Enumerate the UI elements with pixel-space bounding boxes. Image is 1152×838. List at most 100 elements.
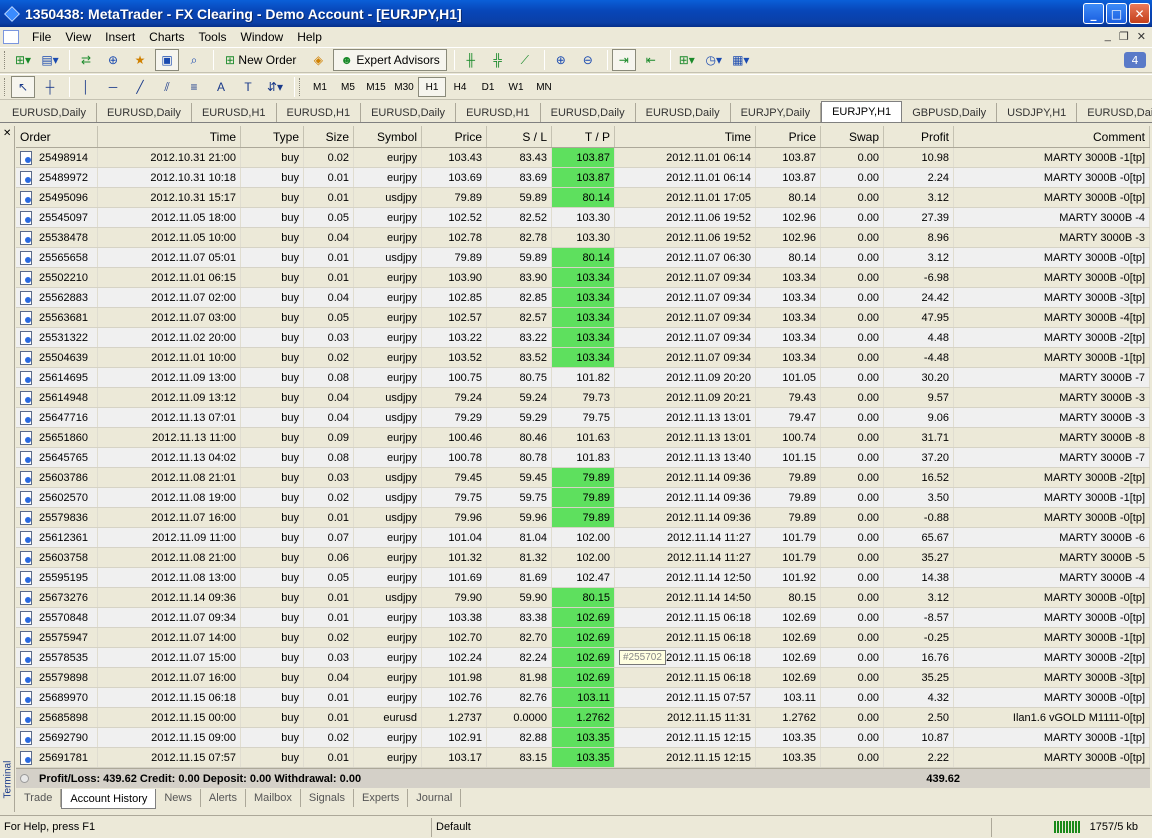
menu-charts[interactable]: Charts: [142, 30, 191, 44]
profiles-icon[interactable]: ▤▾: [38, 49, 62, 71]
table-row[interactable]: 25603758 2012.11.08 21:00 buy 0.06 eurjpy 101…: [16, 548, 1150, 568]
templates-icon[interactable]: ▦▾: [729, 49, 753, 71]
table-row[interactable]: 25531322 2012.11.02 20:00 buy 0.03 eurjpy 103…: [16, 328, 1150, 348]
table-row[interactable]: 25562883 2012.11.07 02:00 buy 0.04 eurjpy 102…: [16, 288, 1150, 308]
terminal-icon[interactable]: ▣: [155, 49, 179, 71]
table-row[interactable]: 25685898 2012.11.15 00:00 buy 0.01 eurusd 1.2…: [16, 708, 1150, 728]
fibonacci-icon[interactable]: ≡: [182, 76, 206, 98]
chart-tab[interactable]: GBPUSD,Daily: [902, 103, 998, 122]
chart-tab[interactable]: EURUSD,Daily: [1077, 103, 1152, 122]
line-chart-icon[interactable]: ⟋: [513, 49, 537, 71]
chart-tab[interactable]: EURUSD,Daily: [636, 103, 731, 122]
table-row[interactable]: 25612361 2012.11.09 11:00 buy 0.07 eurjpy 101…: [16, 528, 1150, 548]
zoom-in-icon[interactable]: ⊕: [549, 49, 573, 71]
table-row[interactable]: 25498914 2012.10.31 21:00 buy 0.02 eurjpy 103…: [16, 148, 1150, 168]
chart-tab[interactable]: EURUSD,H1: [277, 103, 362, 122]
table-row[interactable]: 25578535 2012.11.07 15:00 buy 0.03 eurjpy 102…: [16, 648, 1150, 668]
column-header[interactable]: Size: [304, 126, 354, 147]
arrows-icon[interactable]: ⇵▾: [263, 76, 287, 98]
table-row[interactable]: 25565658 2012.11.07 05:01 buy 0.01 usdjpy 79.…: [16, 248, 1150, 268]
new-chart-icon[interactable]: ⊞▾: [11, 49, 35, 71]
table-row[interactable]: 25602570 2012.11.08 19:00 buy 0.02 usdjpy 79.…: [16, 488, 1150, 508]
bar-chart-icon[interactable]: ╫: [459, 49, 483, 71]
period-m1[interactable]: M1: [306, 77, 334, 97]
autoscroll-icon[interactable]: ⇥: [611, 49, 636, 71]
table-row[interactable]: 25603786 2012.11.08 21:01 buy 0.03 usdjpy 79.…: [16, 468, 1150, 488]
text-icon[interactable]: A: [209, 76, 233, 98]
table-row[interactable]: 25495096 2012.10.31 15:17 buy 0.01 usdjpy 79.…: [16, 188, 1150, 208]
terminal-tab[interactable]: Alerts: [201, 789, 246, 807]
table-row[interactable]: 25651860 2012.11.13 11:00 buy 0.09 eurjpy 100…: [16, 428, 1150, 448]
table-row[interactable]: 25502210 2012.11.01 06:15 buy 0.01 eurjpy 103…: [16, 268, 1150, 288]
period-m15[interactable]: M15: [362, 77, 390, 97]
table-row[interactable]: 25575947 2012.11.07 14:00 buy 0.02 eurjpy 102…: [16, 628, 1150, 648]
table-row[interactable]: 25595195 2012.11.08 13:00 buy 0.05 eurjpy 101…: [16, 568, 1150, 588]
period-mn[interactable]: MN: [530, 77, 558, 97]
menu-insert[interactable]: Insert: [98, 30, 142, 44]
terminal-tab[interactable]: Mailbox: [246, 789, 301, 807]
period-m5[interactable]: M5: [334, 77, 362, 97]
table-row[interactable]: 25545097 2012.11.05 18:00 buy 0.05 eurjpy 102…: [16, 208, 1150, 228]
column-header[interactable]: Profit: [884, 126, 954, 147]
trendline-icon[interactable]: ╱: [128, 76, 152, 98]
table-row[interactable]: 25489972 2012.10.31 10:18 buy 0.01 eurjpy 103…: [16, 168, 1150, 188]
column-header[interactable]: Swap: [821, 126, 884, 147]
terminal-tab[interactable]: Journal: [408, 789, 462, 807]
notification-badge[interactable]: 4: [1124, 52, 1146, 68]
favorites-icon[interactable]: ★: [128, 49, 152, 71]
table-row[interactable]: 25691781 2012.11.15 07:57 buy 0.01 eurjpy 103…: [16, 748, 1150, 768]
table-row[interactable]: 25692790 2012.11.15 09:00 buy 0.02 eurjpy 102…: [16, 728, 1150, 748]
chart-tab[interactable]: EURJPY,H1: [821, 101, 903, 122]
chart-tab[interactable]: EURUSD,Daily: [97, 103, 192, 122]
table-row[interactable]: 25614695 2012.11.09 13:00 buy 0.08 eurjpy 100…: [16, 368, 1150, 388]
text-label-icon[interactable]: T: [236, 76, 260, 98]
chart-tab[interactable]: EURUSD,Daily: [541, 103, 636, 122]
close-button[interactable]: ✕: [1129, 3, 1150, 24]
table-row[interactable]: 25579836 2012.11.07 16:00 buy 0.01 usdjpy 79.…: [16, 508, 1150, 528]
child-minimize-icon[interactable]: _: [1105, 30, 1111, 43]
chart-tab[interactable]: EURUSD,H1: [456, 103, 541, 122]
table-row[interactable]: 25579898 2012.11.07 16:00 buy 0.04 eurjpy 101…: [16, 668, 1150, 688]
chart-shift-icon[interactable]: ⇤: [639, 49, 663, 71]
column-header[interactable]: Comment: [954, 126, 1150, 147]
period-h1[interactable]: H1: [418, 77, 446, 97]
column-header[interactable]: Time: [615, 126, 756, 147]
period-m30[interactable]: M30: [390, 77, 418, 97]
chart-tab[interactable]: EURUSD,H1: [192, 103, 277, 122]
table-row[interactable]: 25645765 2012.11.13 04:02 buy 0.08 eurjpy 100…: [16, 448, 1150, 468]
periods-clock-icon[interactable]: ◷▾: [702, 49, 726, 71]
status-profile[interactable]: Default: [432, 817, 992, 837]
maximize-button[interactable]: □: [1106, 3, 1127, 24]
table-row[interactable]: 25647716 2012.11.13 07:01 buy 0.04 usdjpy 79.…: [16, 408, 1150, 428]
terminal-tab[interactable]: Account History: [61, 789, 157, 809]
menu-help[interactable]: Help: [290, 30, 329, 44]
crosshair-icon[interactable]: ┼: [38, 76, 62, 98]
column-header[interactable]: Symbol: [354, 126, 422, 147]
column-header[interactable]: Time: [98, 126, 241, 147]
column-header[interactable]: Price: [422, 126, 487, 147]
menu-window[interactable]: Window: [234, 30, 291, 44]
column-header[interactable]: Price: [756, 126, 821, 147]
table-row[interactable]: 25614948 2012.11.09 13:12 buy 0.04 usdjpy 79.…: [16, 388, 1150, 408]
metaeditor-icon[interactable]: ◈: [306, 49, 330, 71]
table-row[interactable]: 25504639 2012.11.01 10:00 buy 0.02 eurjpy 103…: [16, 348, 1150, 368]
cursor-icon[interactable]: ↖: [11, 76, 35, 98]
table-row[interactable]: 25563681 2012.11.07 03:00 buy 0.05 eurjpy 102…: [16, 308, 1150, 328]
strategy-tester-icon[interactable]: ⌕: [182, 49, 206, 71]
period-h4[interactable]: H4: [446, 77, 474, 97]
chart-tab[interactable]: EURUSD,Daily: [361, 103, 457, 122]
column-header[interactable]: S / L: [487, 126, 552, 147]
column-header[interactable]: T / P: [552, 126, 615, 147]
indicators-icon[interactable]: ⊞▾: [675, 49, 699, 71]
navigator-icon[interactable]: ⊕: [101, 49, 125, 71]
chart-tab[interactable]: EURUSD,Daily: [2, 103, 97, 122]
column-header[interactable]: Type: [241, 126, 304, 147]
child-close-icon[interactable]: ✕: [1137, 30, 1146, 43]
period-w1[interactable]: W1: [502, 77, 530, 97]
terminal-tab[interactable]: Experts: [354, 789, 409, 807]
table-row[interactable]: 25689970 2012.11.15 06:18 buy 0.01 eurjpy 102…: [16, 688, 1150, 708]
market-watch-icon[interactable]: ⇄: [74, 49, 98, 71]
table-row[interactable]: 25538478 2012.11.05 10:00 buy 0.04 eurjpy 102…: [16, 228, 1150, 248]
table-row[interactable]: 25673276 2012.11.14 09:36 buy 0.01 usdjpy 79.…: [16, 588, 1150, 608]
new-order-button[interactable]: ⊞ New Order: [218, 49, 303, 71]
